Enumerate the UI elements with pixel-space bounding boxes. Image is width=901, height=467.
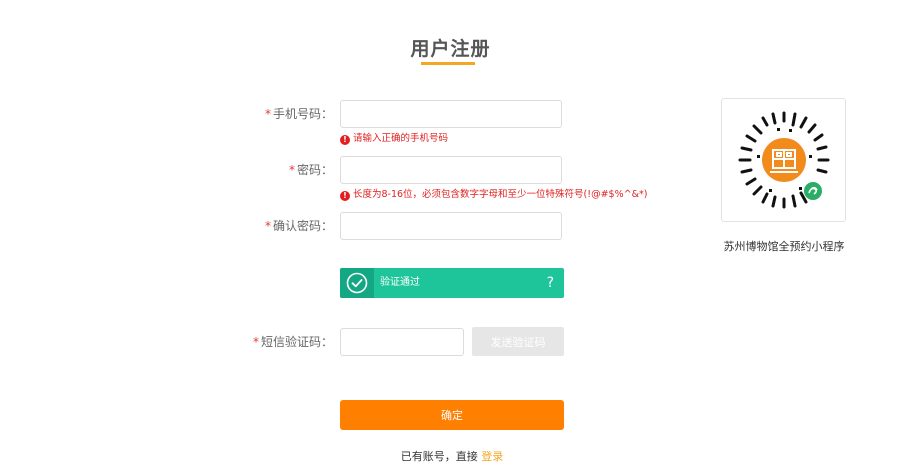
- login-prompt: 已有账号，直接 登录: [340, 448, 564, 464]
- sms-code-label-text: 短信验证码：: [260, 335, 333, 349]
- captcha-slider[interactable]: 验证通过 ?: [340, 268, 564, 298]
- password-label-text: 密码：: [296, 163, 333, 177]
- required-mark: *: [264, 107, 271, 121]
- title-underline: [421, 62, 475, 65]
- submit-button[interactable]: 确定: [340, 400, 564, 430]
- password-error-text: 长度为8-16位，必须包含数字字母和至少一位特殊符号(!@#$%^&*): [353, 189, 648, 200]
- sms-code-input[interactable]: [340, 328, 464, 356]
- password-input[interactable]: [340, 156, 562, 184]
- phone-label-text: 手机号码：: [272, 107, 333, 121]
- login-link[interactable]: 登录: [481, 450, 503, 463]
- confirm-password-label: * 确认密码：: [213, 219, 333, 233]
- send-sms-code-button[interactable]: 发送验证码: [472, 327, 564, 356]
- phone-input[interactable]: [340, 100, 562, 128]
- confirm-password-label-text: 确认密码：: [272, 219, 333, 233]
- captcha-handle[interactable]: [340, 268, 374, 298]
- required-mark: *: [252, 335, 259, 349]
- error-icon: !: [340, 135, 350, 145]
- captcha-status: 验证通过: [380, 277, 420, 288]
- confirm-password-input[interactable]: [340, 212, 562, 240]
- help-icon[interactable]: ?: [547, 268, 554, 298]
- password-label: * 密码：: [213, 163, 333, 177]
- check-circle-icon: [346, 272, 368, 294]
- required-mark: *: [264, 219, 271, 233]
- phone-error: ! 请输入正确的手机号码: [340, 133, 448, 145]
- required-mark: *: [288, 163, 295, 177]
- qr-code-box: [721, 98, 846, 222]
- qr-code-icon: [738, 111, 829, 209]
- phone-label: * 手机号码：: [213, 107, 333, 121]
- password-error: ! 长度为8-16位，必须包含数字字母和至少一位特殊符号(!@#$%^&*): [340, 189, 647, 201]
- page-title: 用户注册: [410, 38, 491, 60]
- error-icon: !: [340, 191, 350, 201]
- sms-code-label: * 短信验证码：: [213, 335, 333, 349]
- qr-caption: 苏州博物馆全预约小程序: [723, 240, 845, 253]
- login-prompt-text: 已有账号，直接: [400, 450, 478, 463]
- phone-error-text: 请输入正确的手机号码: [353, 133, 449, 144]
